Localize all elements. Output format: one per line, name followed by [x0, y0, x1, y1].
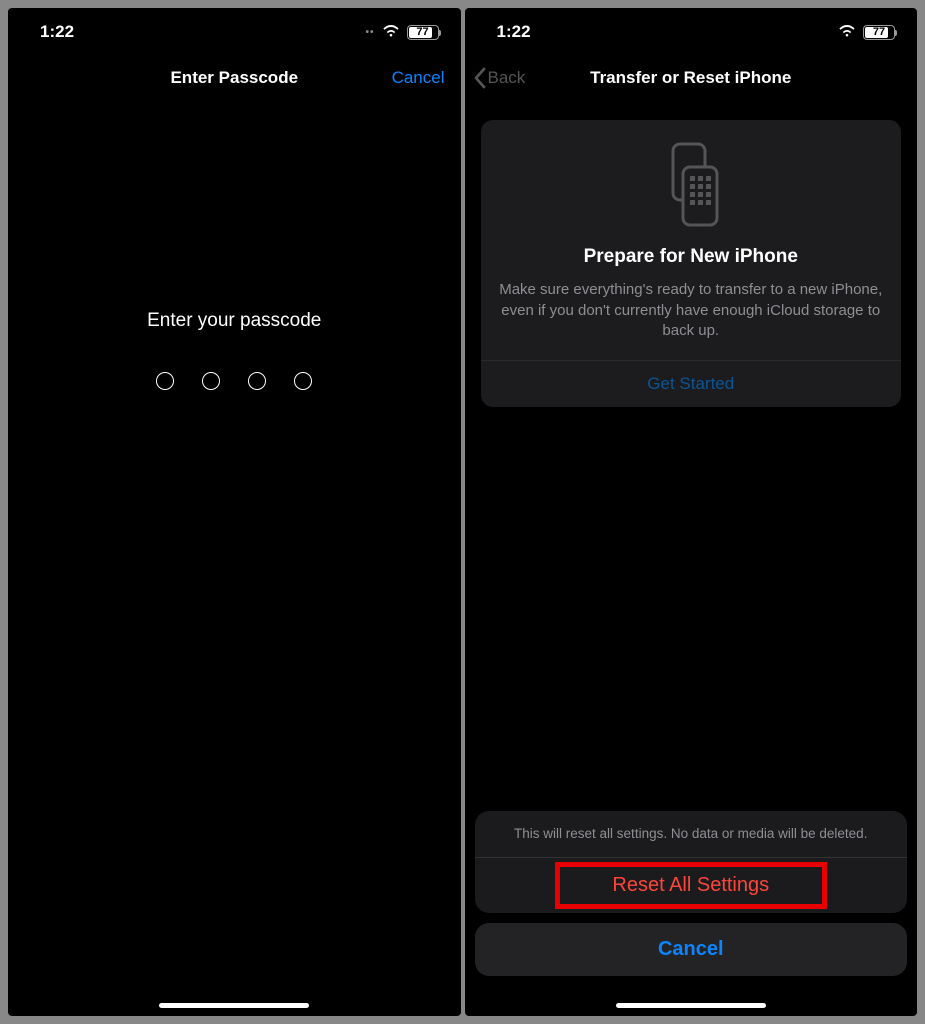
nav-bar: Back Transfer or Reset iPhone	[465, 56, 918, 100]
action-sheet: This will reset all settings. No data or…	[465, 811, 918, 1016]
back-button[interactable]: Back	[473, 67, 526, 89]
passcode-content: Enter your passcode	[8, 100, 461, 1016]
status-bar: 1:22 77	[465, 8, 918, 56]
nav-title: Transfer or Reset iPhone	[590, 68, 791, 88]
status-time: 1:22	[497, 22, 531, 42]
pin-dot	[248, 372, 266, 390]
wifi-icon	[838, 22, 856, 42]
nav-bar: Enter Passcode Cancel	[8, 56, 461, 100]
status-bar: 1:22 •• 77	[8, 8, 461, 56]
passcode-prompt: Enter your passcode	[147, 310, 321, 332]
chevron-left-icon	[473, 67, 486, 89]
get-started-button[interactable]: Get Started	[481, 360, 902, 407]
home-indicator[interactable]	[159, 1003, 309, 1008]
status-indicators: •• 77	[365, 22, 438, 42]
nav-title: Enter Passcode	[170, 68, 298, 88]
pin-dot	[202, 372, 220, 390]
reset-label: Reset All Settings	[612, 874, 769, 896]
home-indicator[interactable]	[616, 1003, 766, 1008]
back-label: Back	[488, 68, 526, 88]
battery-icon: 77	[863, 25, 895, 40]
reset-screen: 1:22 77 Back Transfer or Reset iPhone	[465, 8, 918, 1016]
pin-dot	[156, 372, 174, 390]
passcode-field[interactable]	[156, 372, 312, 390]
card-title: Prepare for New iPhone	[497, 246, 886, 268]
status-indicators: 77	[838, 22, 895, 42]
sheet-cancel-button[interactable]: Cancel	[475, 923, 908, 976]
signal-dots-icon: ••	[365, 27, 374, 38]
prepare-card: Prepare for New iPhone Make sure everyth…	[481, 120, 902, 407]
reset-content: Prepare for New iPhone Make sure everyth…	[465, 100, 918, 1016]
status-time: 1:22	[40, 22, 74, 42]
battery-icon: 77	[407, 25, 439, 40]
card-description: Make sure everything's ready to transfer…	[497, 280, 886, 342]
cancel-button[interactable]: Cancel	[392, 68, 445, 88]
phones-icon	[497, 142, 886, 228]
pin-dot	[294, 372, 312, 390]
sheet-message: This will reset all settings. No data or…	[475, 811, 908, 858]
wifi-icon	[382, 22, 400, 42]
reset-all-settings-button[interactable]: Reset All Settings	[475, 858, 908, 913]
passcode-screen: 1:22 •• 77 Enter Passcode Cancel Enter y…	[8, 8, 461, 1016]
